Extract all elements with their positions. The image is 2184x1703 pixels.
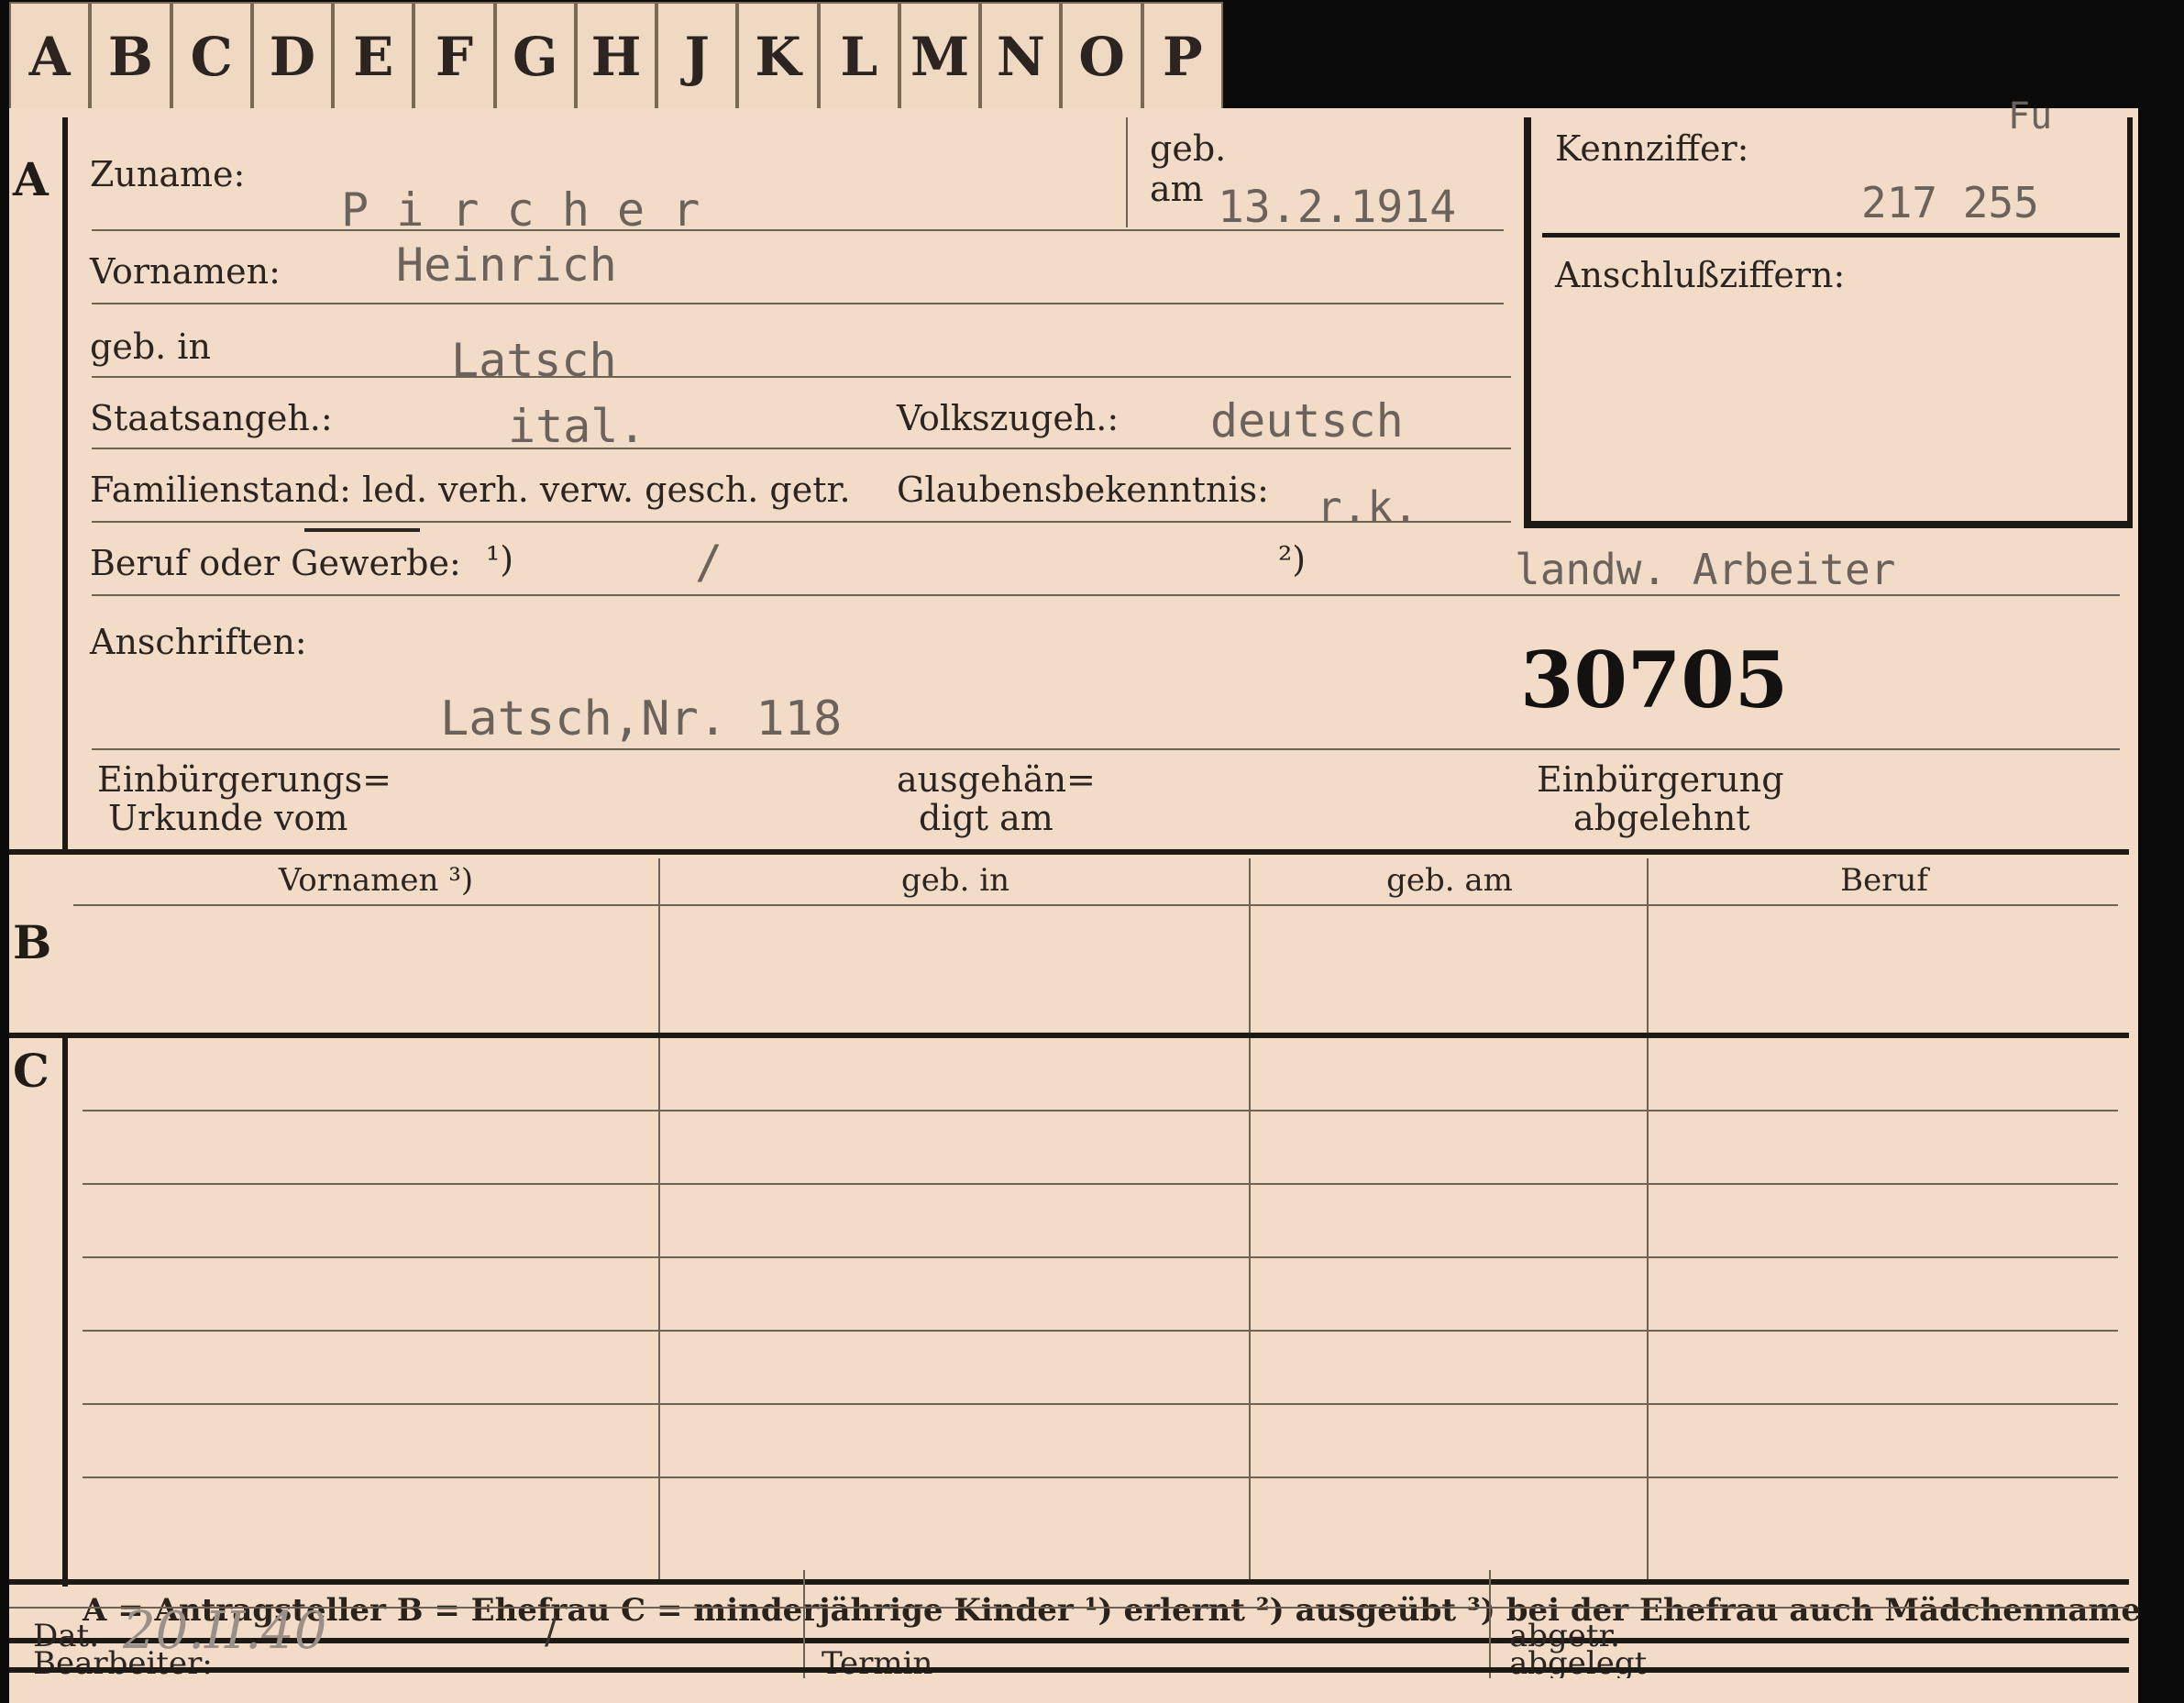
c-vline-1 <box>658 1038 660 1579</box>
glaubens-value: r.k. <box>1317 482 1418 532</box>
card-bottom-rule <box>9 1667 2129 1673</box>
b-col-beruf: Beruf <box>1840 862 1928 899</box>
left-rule <box>62 117 68 851</box>
geb-label: geb. <box>1150 128 1227 169</box>
anschlussziffern-label: Anschlußziffern: <box>1555 255 1846 295</box>
footer-mid-rule <box>9 1607 2129 1609</box>
c-rule-4 <box>83 1330 2118 1332</box>
beruf-footnote-1: ¹) <box>486 539 514 580</box>
index-tab-o[interactable]: O <box>1061 2 1142 110</box>
anschrift-value: Latsch,Nr. 118 <box>440 691 843 746</box>
b-vline-1 <box>658 858 660 1033</box>
index-tab-d[interactable]: D <box>251 2 334 110</box>
index-tab-k[interactable]: K <box>737 2 819 110</box>
verh-underline <box>304 528 420 532</box>
rule-4 <box>92 448 1511 449</box>
footer-lower-vline-2 <box>1489 1570 1491 1673</box>
card-bottom-strip <box>9 1678 2138 1703</box>
beruf-1-value: / <box>695 536 723 589</box>
abgetr-label: abgetr. <box>1509 1618 1620 1654</box>
c-vline-2 <box>1249 1038 1251 1579</box>
stamp-number: 30705 <box>1520 635 1789 725</box>
b-vline-3 <box>1647 858 1649 1033</box>
c-vline-3 <box>1647 1038 1649 1579</box>
kennziffer-prefix: Fu <box>2008 95 2053 138</box>
rule-3 <box>92 376 1511 378</box>
index-tab-e[interactable]: E <box>333 2 414 110</box>
staatsangeh-value: ital. <box>508 400 646 453</box>
kennziffer-value: 217 255 <box>1861 178 2039 227</box>
index-tab-f[interactable]: F <box>414 2 495 110</box>
index-tab-l[interactable]: L <box>818 2 899 110</box>
section-c-letter: C <box>13 1044 50 1098</box>
section-ab-divider <box>9 849 2129 855</box>
footer-lower-vline-1 <box>803 1570 805 1673</box>
rule-5 <box>92 521 1511 523</box>
c-rule-6 <box>83 1476 2118 1478</box>
b-col-vornamen: Vornamen ³) <box>278 862 474 899</box>
index-tab-j[interactable]: J <box>656 2 738 110</box>
index-tab-m[interactable]: M <box>899 2 981 110</box>
einb-urkunde-label-1: Einbürgerungs= <box>97 759 392 800</box>
rule-7 <box>92 748 2120 750</box>
geb-in-value: Latsch <box>451 334 617 387</box>
alphabet-index-tabs: ABCDEFGHJKLMNOP <box>9 2 1223 110</box>
beruf-2-value: landw. Arbeiter <box>1515 545 1896 594</box>
einb-abgelehnt-label-1: Einbürgerung <box>1537 759 1784 800</box>
staatsangeh-label: Staatsangeh.: <box>90 398 333 438</box>
registration-card: A B C Kennziffer: Fu 217 255 Anschlußzif… <box>9 95 2141 1682</box>
datum-slash: / <box>545 1610 557 1653</box>
vornamen-value: Heinrich <box>396 238 617 292</box>
rule-1 <box>92 229 1504 231</box>
section-b-letter: B <box>13 915 52 969</box>
anschriften-label: Anschriften: <box>90 622 307 662</box>
index-tab-p[interactable]: P <box>1142 2 1223 110</box>
geb-in-label: geb. in <box>90 326 211 367</box>
volkszugeh-value: deutsch <box>1210 394 1404 448</box>
c-rule-2 <box>83 1183 2118 1185</box>
index-tab-a[interactable]: A <box>9 2 91 110</box>
kennziffer-label: Kennziffer: <box>1555 128 1749 169</box>
geb-am-value: 13.2.1914 <box>1218 182 1457 233</box>
left-rule-c <box>62 1036 68 1587</box>
index-tab-h[interactable]: H <box>575 2 657 110</box>
rule-6 <box>92 594 2120 596</box>
c-rule-1 <box>83 1110 2118 1111</box>
einb-urkunde-label-2: Urkunde vom <box>108 798 348 838</box>
ausgehaendigt-label-1: ausgehän= <box>897 759 1096 800</box>
index-tab-g[interactable]: G <box>494 2 576 110</box>
index-tab-b[interactable]: B <box>90 2 171 110</box>
c-rule-3 <box>83 1256 2118 1258</box>
index-tab-n[interactable]: N <box>980 2 1062 110</box>
rule-2 <box>92 303 1504 304</box>
b-col-geb-in: geb. in <box>900 862 1010 899</box>
c-rule-5 <box>83 1403 2118 1405</box>
footer-lower: Dat. 20.II.40 / abgetr. <box>9 1570 2138 1678</box>
dat-label: Dat. <box>33 1618 100 1654</box>
datum-value: 20.II.40 <box>123 1601 327 1661</box>
einb-abgelehnt-label-2: abgelehnt <box>1573 798 1750 838</box>
beruf-footnote-2: ²) <box>1278 539 1307 580</box>
familienstand-label: Familienstand: led. verh. verw. gesch. g… <box>90 470 851 510</box>
geb-divider <box>1126 117 1128 227</box>
volkszugeh-label: Volkszugeh.: <box>897 398 1120 438</box>
b-vline-2 <box>1249 858 1251 1033</box>
section-bc-divider <box>9 1033 2129 1038</box>
kennziffer-divider <box>1542 233 2120 238</box>
zuname-label: Zuname: <box>90 154 246 194</box>
kennziffer-box <box>1524 117 2133 528</box>
index-tab-c[interactable]: C <box>171 2 252 110</box>
ausgehaendigt-label-2: digt am <box>919 798 1053 838</box>
beruf-label: Beruf oder Gewerbe: <box>90 543 461 583</box>
section-a-letter: A <box>13 152 49 206</box>
glaubens-label: Glaubensbekenntnis: <box>897 470 1269 510</box>
b-header-rule <box>73 904 2118 906</box>
vornamen-label: Vornamen: <box>90 251 281 292</box>
b-col-geb-am: geb. am <box>1386 862 1513 899</box>
am-label: am <box>1150 169 1204 209</box>
